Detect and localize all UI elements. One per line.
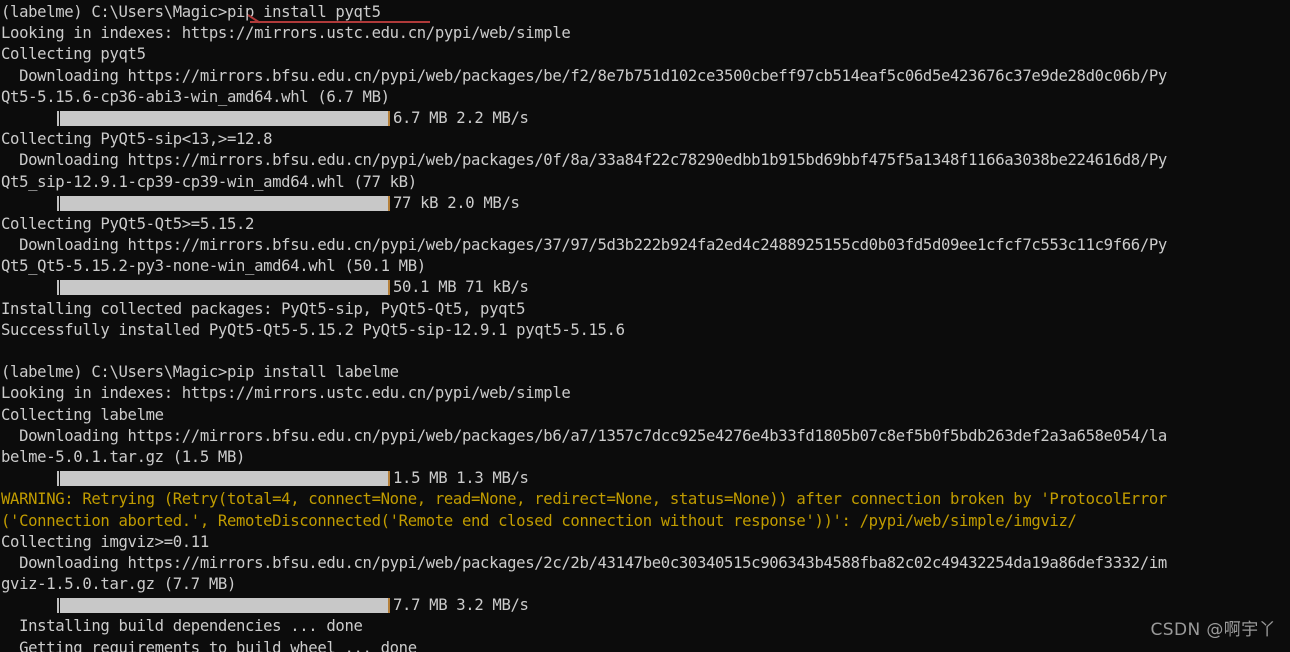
terminal-line: Getting requirements to build wheel ... …: [1, 638, 417, 652]
terminal-line: WARNING: Retrying (Retry(total=4, connec…: [1, 490, 1167, 509]
progress-bar-fill: [60, 598, 388, 614]
terminal-line: gviz-1.5.0.tar.gz (7.7 MB): [1, 575, 236, 594]
download-progress-row: 77 kB 2.0 MB/s: [0, 193, 1290, 214]
progress-bar-left-edge: [57, 195, 59, 211]
progress-bar-label: 50.1 MB 71 kB/s: [393, 278, 529, 297]
terminal-line: Downloading https://mirrors.bfsu.edu.cn/…: [1, 553, 1167, 572]
terminal-line: Collecting labelme: [1, 405, 164, 424]
download-progress-row: 50.1 MB 71 kB/s: [0, 277, 1290, 298]
progress-bar-label: 6.7 MB 2.2 MB/s: [393, 108, 529, 127]
progress-bar-label: 7.7 MB 3.2 MB/s: [393, 596, 529, 615]
terminal-line: Installing build dependencies ... done: [1, 617, 363, 636]
terminal-line: (labelme) C:\Users\Magic>pip install pyq…: [1, 3, 381, 21]
progress-bar-left-edge: [57, 110, 59, 126]
terminal-line: Downloading https://mirrors.bfsu.edu.cn/…: [1, 236, 1167, 255]
progress-bar-right-edge: [388, 598, 390, 614]
csdn-watermark: CSDN @啊宇丫: [1150, 620, 1276, 640]
progress-bar-right-edge: [388, 195, 390, 211]
terminal-line: (labelme) C:\Users\Magic>pip install lab…: [1, 363, 399, 382]
progress-bar: 1.5 MB 1.3 MB/s: [1, 468, 529, 489]
download-progress-row: 6.7 MB 2.2 MB/s: [0, 108, 1290, 129]
terminal-window[interactable]: (labelme) C:\Users\Magic>pip install pyq…: [0, 0, 1290, 652]
terminal-line: Collecting PyQt5-Qt5>=5.15.2: [1, 214, 255, 233]
progress-bar: 77 kB 2.0 MB/s: [1, 193, 520, 214]
terminal-line: Collecting imgviz>=0.11: [1, 532, 209, 551]
progress-bar-fill: [60, 195, 388, 211]
terminal-output: (labelme) C:\Users\Magic>pip install pyq…: [0, 2, 1290, 652]
download-progress-row: 7.7 MB 3.2 MB/s: [0, 595, 1290, 616]
terminal-line: Downloading https://mirrors.bfsu.edu.cn/…: [1, 426, 1167, 445]
download-progress-row: 1.5 MB 1.3 MB/s: [0, 468, 1290, 489]
terminal-line: Collecting pyqt5: [1, 45, 146, 64]
progress-bar-right-edge: [388, 110, 390, 126]
progress-bar: 50.1 MB 71 kB/s: [1, 277, 529, 298]
progress-bar-label: 77 kB 2.0 MB/s: [393, 193, 520, 212]
progress-bar-fill: [60, 110, 388, 126]
progress-bar-left-edge: [57, 471, 59, 487]
progress-bar-right-edge: [388, 471, 390, 487]
progress-bar-fill: [60, 471, 388, 487]
terminal-line: Downloading https://mirrors.bfsu.edu.cn/…: [1, 151, 1167, 170]
terminal-line: ('Connection aborted.', RemoteDisconnect…: [1, 511, 1077, 530]
progress-bar-right-edge: [388, 280, 390, 296]
terminal-line: Looking in indexes: https://mirrors.ustc…: [1, 384, 571, 403]
terminal-line: Installing collected packages: PyQt5-sip…: [1, 299, 526, 318]
progress-bar: 7.7 MB 3.2 MB/s: [1, 595, 529, 616]
terminal-line: Downloading https://mirrors.bfsu.edu.cn/…: [1, 66, 1167, 85]
progress-bar: 6.7 MB 2.2 MB/s: [1, 108, 529, 129]
terminal-line: Successfully installed PyQt5-Qt5-5.15.2 …: [1, 320, 625, 339]
terminal-line: Collecting PyQt5-sip<13,>=12.8: [1, 130, 273, 149]
progress-bar-left-edge: [57, 598, 59, 614]
terminal-line: Qt5-5.15.6-cp36-abi3-win_amd64.whl (6.7 …: [1, 87, 390, 106]
terminal-line: belme-5.0.1.tar.gz (1.5 MB): [1, 447, 246, 466]
terminal-line: Qt5_sip-12.9.1-cp39-cp39-win_amd64.whl (…: [1, 172, 417, 191]
progress-bar-fill: [60, 280, 388, 296]
progress-bar-left-edge: [57, 280, 59, 296]
progress-bar-label: 1.5 MB 1.3 MB/s: [393, 469, 529, 488]
terminal-line: Looking in indexes: https://mirrors.ustc…: [1, 24, 571, 43]
terminal-line: Qt5_Qt5-5.15.2-py3-none-win_amd64.whl (5…: [1, 257, 426, 276]
